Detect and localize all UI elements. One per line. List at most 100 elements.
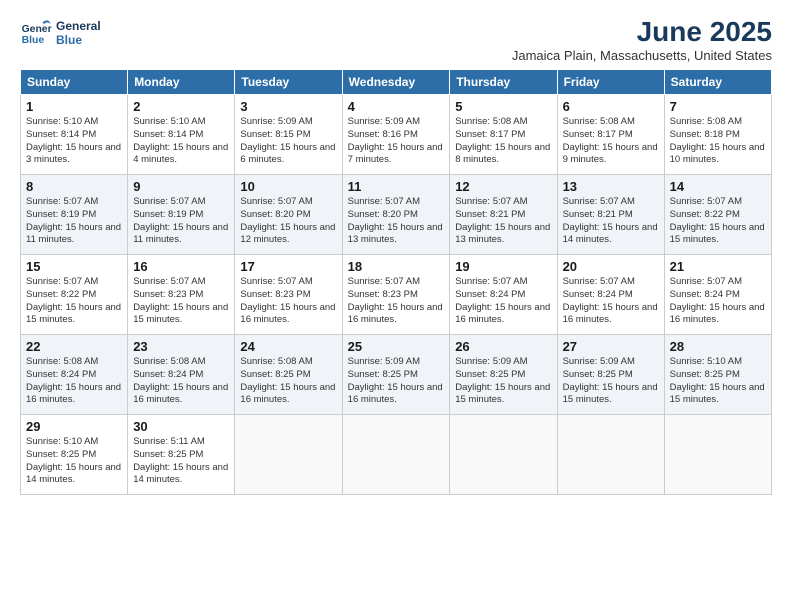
logo: General Blue General Blue [20,16,101,48]
weekday-header-monday: Monday [128,70,235,95]
calendar-cell: 9 Sunrise: 5:07 AMSunset: 8:19 PMDaylight… [128,175,235,255]
day-info: Sunrise: 5:10 AMSunset: 8:25 PMDaylight:… [670,356,766,407]
day-info: Sunrise: 5:07 AMSunset: 8:22 PMDaylight:… [670,196,766,247]
weekday-header-sunday: Sunday [21,70,128,95]
calendar-cell [664,415,771,495]
calendar-week-row: 29Sunrise: 5:10 AMSunset: 8:25 PMDayligh… [21,415,772,495]
day-number: 23 [133,339,229,354]
title-block: June 2025 Jamaica Plain, Massachusetts, … [512,16,772,63]
day-info: Sunrise: 5:07 AMSunset: 8:23 PMDaylight:… [240,276,336,327]
calendar-cell: 30 Sunrise: 5:11 AMSunset: 8:25 PMDayligh… [128,415,235,495]
day-number: 19 [455,259,551,274]
day-info: Sunrise: 5:07 AMSunset: 8:24 PMDaylight:… [670,276,766,327]
day-info: Sunrise: 5:09 AMSunset: 8:15 PMDaylight:… [240,116,336,167]
day-number: 30 [133,419,229,434]
day-number: 10 [240,179,336,194]
day-info: Sunrise: 5:07 AMSunset: 8:21 PMDaylight:… [563,196,659,247]
day-info: Sunrise: 5:08 AMSunset: 8:18 PMDaylight:… [670,116,766,167]
page-header: General Blue General Blue June 2025 Jama… [20,16,772,63]
day-number: 15 [26,259,122,274]
weekday-header-friday: Friday [557,70,664,95]
weekday-header-saturday: Saturday [664,70,771,95]
calendar-cell: 27 Sunrise: 5:09 AMSunset: 8:25 PMDayligh… [557,335,664,415]
calendar-cell: 23Sunrise: 5:08 AMSunset: 8:24 PMDayligh… [128,335,235,415]
calendar-cell: 24 Sunrise: 5:08 AMSunset: 8:25 PMDayligh… [235,335,342,415]
day-number: 20 [563,259,659,274]
calendar-cell: 25 Sunrise: 5:09 AMSunset: 8:25 PMDayligh… [342,335,450,415]
day-number: 26 [455,339,551,354]
day-info: Sunrise: 5:08 AMSunset: 8:25 PMDaylight:… [240,356,336,407]
day-number: 27 [563,339,659,354]
calendar-cell: 4 Sunrise: 5:09 AMSunset: 8:16 PMDaylight… [342,95,450,175]
calendar-week-row: 22 Sunrise: 5:08 AMSunset: 8:24 PMDayligh… [21,335,772,415]
day-number: 6 [563,99,659,114]
calendar-cell: 7 Sunrise: 5:08 AMSunset: 8:18 PMDaylight… [664,95,771,175]
calendar-week-row: 8Sunrise: 5:07 AMSunset: 8:19 PMDaylight… [21,175,772,255]
calendar-cell: 17Sunrise: 5:07 AMSunset: 8:23 PMDayligh… [235,255,342,335]
day-info: Sunrise: 5:07 AMSunset: 8:20 PMDaylight:… [348,196,445,247]
day-info: Sunrise: 5:08 AMSunset: 8:17 PMDaylight:… [563,116,659,167]
calendar-cell: 15 Sunrise: 5:07 AMSunset: 8:22 PMDayligh… [21,255,128,335]
day-info: Sunrise: 5:07 AMSunset: 8:19 PMDaylight:… [133,196,229,247]
svg-text:General: General [22,24,52,35]
day-number: 18 [348,259,445,274]
calendar-body: 1 Sunrise: 5:10 AMSunset: 8:14 PMDaylight… [21,95,772,495]
calendar-cell: 12Sunrise: 5:07 AMSunset: 8:21 PMDayligh… [450,175,557,255]
calendar-cell: 18Sunrise: 5:07 AMSunset: 8:23 PMDayligh… [342,255,450,335]
day-number: 25 [348,339,445,354]
day-info: Sunrise: 5:09 AMSunset: 8:25 PMDaylight:… [348,356,445,407]
calendar-cell: 14 Sunrise: 5:07 AMSunset: 8:22 PMDayligh… [664,175,771,255]
calendar-cell: 2 Sunrise: 5:10 AMSunset: 8:14 PMDaylight… [128,95,235,175]
calendar-cell: 11 Sunrise: 5:07 AMSunset: 8:20 PMDayligh… [342,175,450,255]
calendar-cell: 29Sunrise: 5:10 AMSunset: 8:25 PMDayligh… [21,415,128,495]
day-number: 24 [240,339,336,354]
calendar-cell: 8Sunrise: 5:07 AMSunset: 8:19 PMDaylight… [21,175,128,255]
calendar-table: SundayMondayTuesdayWednesdayThursdayFrid… [20,69,772,495]
calendar-cell: 3 Sunrise: 5:09 AMSunset: 8:15 PMDaylight… [235,95,342,175]
calendar-cell: 13 Sunrise: 5:07 AMSunset: 8:21 PMDayligh… [557,175,664,255]
calendar-cell: 28 Sunrise: 5:10 AMSunset: 8:25 PMDayligh… [664,335,771,415]
day-info: Sunrise: 5:07 AMSunset: 8:24 PMDaylight:… [563,276,659,327]
day-number: 1 [26,99,122,114]
day-info: Sunrise: 5:08 AMSunset: 8:17 PMDaylight:… [455,116,551,167]
day-number: 13 [563,179,659,194]
calendar-cell: 1 Sunrise: 5:10 AMSunset: 8:14 PMDaylight… [21,95,128,175]
day-number: 9 [133,179,229,194]
calendar-cell [557,415,664,495]
calendar-cell: 19 Sunrise: 5:07 AMSunset: 8:24 PMDayligh… [450,255,557,335]
calendar-cell: 20 Sunrise: 5:07 AMSunset: 8:24 PMDayligh… [557,255,664,335]
day-number: 11 [348,179,445,194]
day-info: Sunrise: 5:09 AMSunset: 8:25 PMDaylight:… [563,356,659,407]
weekday-header-tuesday: Tuesday [235,70,342,95]
calendar-cell [450,415,557,495]
day-info: Sunrise: 5:07 AMSunset: 8:19 PMDaylight:… [26,196,122,247]
calendar-cell: 10 Sunrise: 5:07 AMSunset: 8:20 PMDayligh… [235,175,342,255]
calendar-cell: 5Sunrise: 5:08 AMSunset: 8:17 PMDaylight… [450,95,557,175]
day-info: Sunrise: 5:07 AMSunset: 8:23 PMDaylight:… [133,276,229,327]
calendar-week-row: 15 Sunrise: 5:07 AMSunset: 8:22 PMDayligh… [21,255,772,335]
day-info: Sunrise: 5:07 AMSunset: 8:24 PMDaylight:… [455,276,551,327]
day-number: 22 [26,339,122,354]
day-info: Sunrise: 5:07 AMSunset: 8:22 PMDaylight:… [26,276,122,327]
day-number: 28 [670,339,766,354]
day-info: Sunrise: 5:08 AMSunset: 8:24 PMDaylight:… [26,356,122,407]
day-info: Sunrise: 5:11 AMSunset: 8:25 PMDaylight:… [133,436,229,487]
day-info: Sunrise: 5:07 AMSunset: 8:20 PMDaylight:… [240,196,336,247]
calendar-cell: 26Sunrise: 5:09 AMSunset: 8:25 PMDayligh… [450,335,557,415]
day-info: Sunrise: 5:09 AMSunset: 8:16 PMDaylight:… [348,116,445,167]
calendar-header: SundayMondayTuesdayWednesdayThursdayFrid… [21,70,772,95]
calendar-cell [235,415,342,495]
day-info: Sunrise: 5:07 AMSunset: 8:21 PMDaylight:… [455,196,551,247]
logo-icon: General Blue [20,16,52,48]
day-number: 16 [133,259,229,274]
day-number: 3 [240,99,336,114]
weekday-header-thursday: Thursday [450,70,557,95]
day-info: Sunrise: 5:10 AMSunset: 8:14 PMDaylight:… [133,116,229,167]
calendar-cell: 6 Sunrise: 5:08 AMSunset: 8:17 PMDaylight… [557,95,664,175]
day-number: 2 [133,99,229,114]
day-info: Sunrise: 5:10 AMSunset: 8:14 PMDaylight:… [26,116,122,167]
day-number: 14 [670,179,766,194]
calendar-cell [342,415,450,495]
day-number: 4 [348,99,445,114]
day-number: 7 [670,99,766,114]
